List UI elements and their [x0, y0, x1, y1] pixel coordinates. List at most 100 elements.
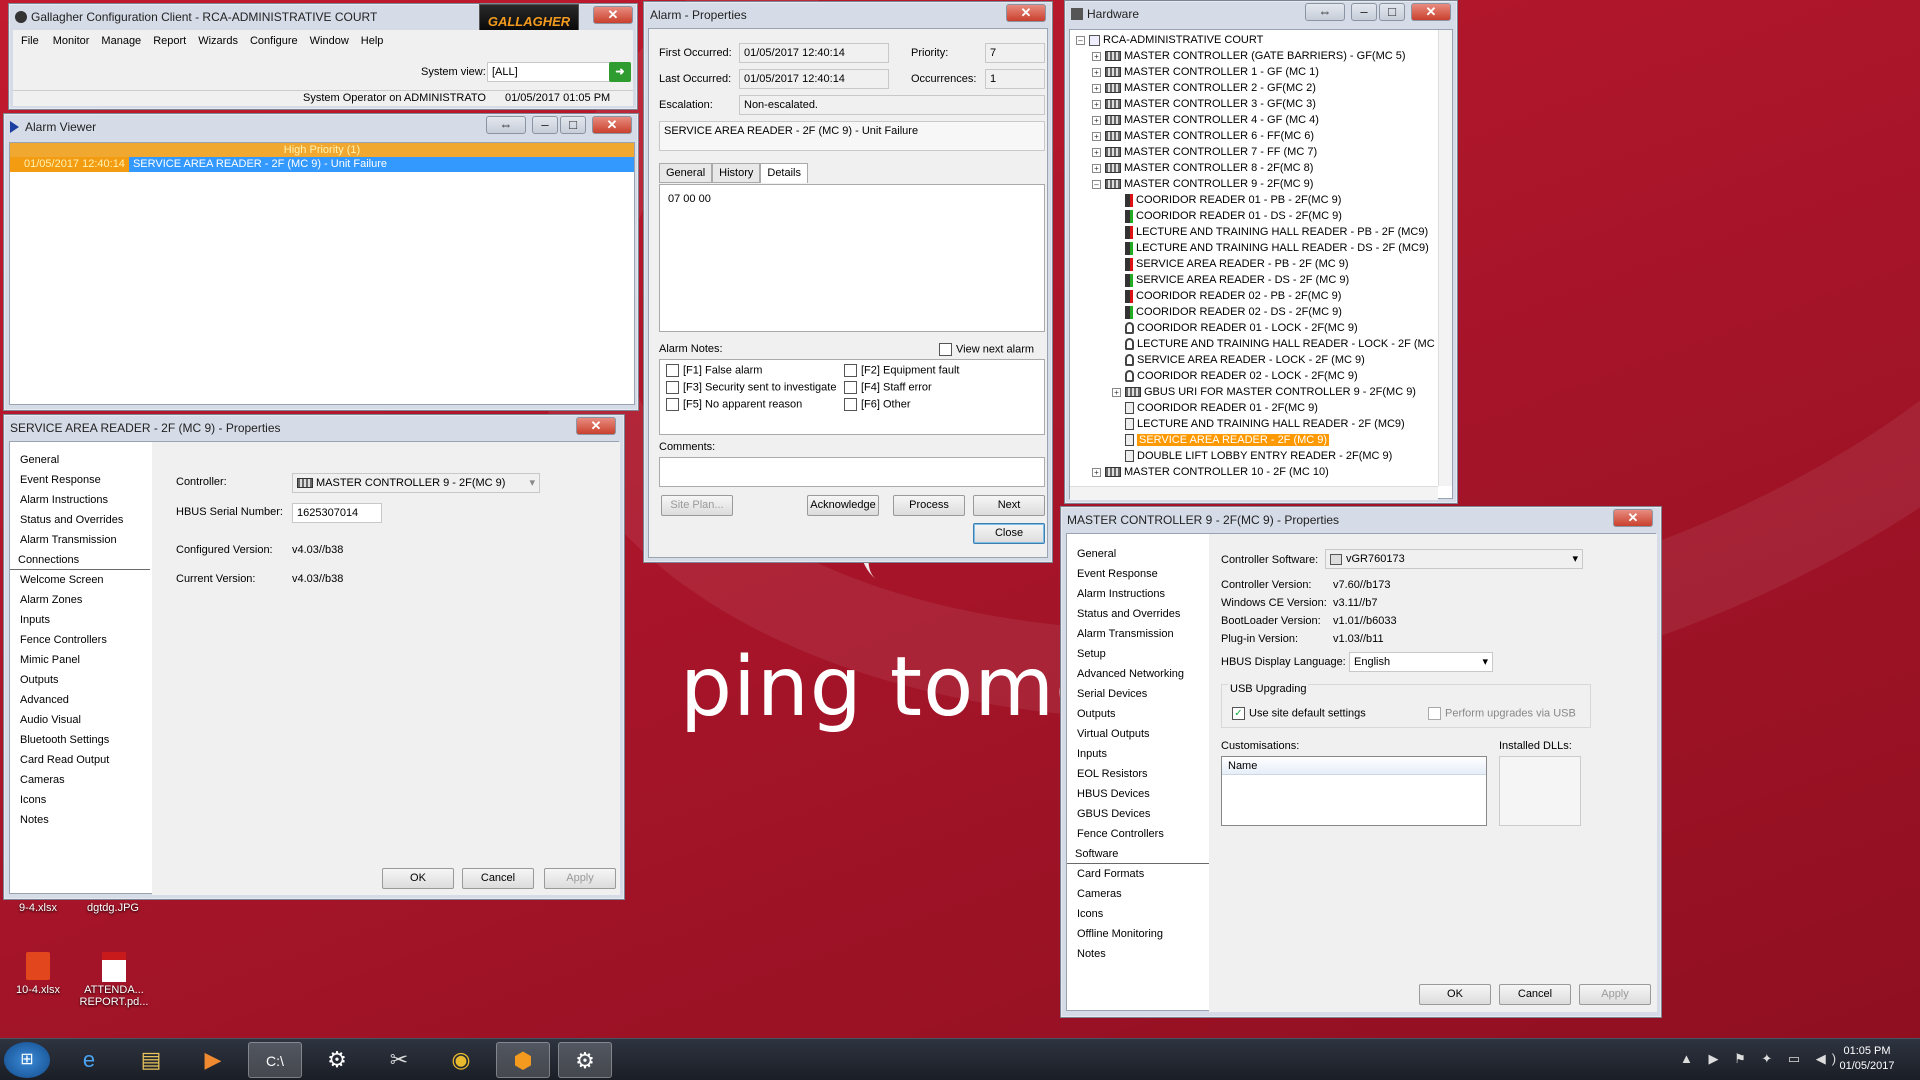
nav-item-event-response[interactable]: Event Response: [10, 470, 150, 490]
menu-report[interactable]: Report: [147, 33, 192, 49]
hbus-language-select[interactable]: English ▾: [1349, 652, 1493, 672]
menu-configure[interactable]: Configure: [244, 33, 304, 49]
gallagher-taskbar-icon[interactable]: ⬢: [496, 1042, 550, 1078]
nav-item-notes[interactable]: Notes: [10, 810, 150, 830]
nav-item-eol-resistors[interactable]: EOL Resistors: [1067, 764, 1209, 784]
tree-item[interactable]: + MASTER CONTROLLER (GATE BARRIERS) - GF(…: [1076, 48, 1440, 64]
desktop-icon-9-4-xlsx[interactable]: 9-4.xlsx: [10, 902, 66, 914]
expand-icon[interactable]: –: [1092, 179, 1101, 189]
process-button[interactable]: Process: [893, 495, 965, 516]
nav-item-software[interactable]: Software: [1067, 844, 1209, 864]
nav-item-advanced-networking[interactable]: Advanced Networking: [1067, 664, 1209, 684]
expand-icon[interactable]: +: [1092, 83, 1101, 93]
vertical-scrollbar[interactable]: [1438, 30, 1452, 486]
nav-item-connections[interactable]: Connections: [10, 550, 150, 570]
tab-details[interactable]: Details: [760, 163, 808, 183]
cancel-button[interactable]: Cancel: [1499, 984, 1571, 1005]
nav-item-status-and-overrides[interactable]: Status and Overrides: [1067, 604, 1209, 624]
menu-window[interactable]: Window: [304, 33, 355, 49]
note-false-alarm[interactable]: [F1] False alarm: [666, 364, 762, 377]
go-arrow-icon[interactable]: ➜: [609, 62, 631, 82]
note-equipment-fault[interactable]: [F2] Equipment fault: [844, 364, 959, 377]
alarm-properties-titlebar[interactable]: Alarm - Properties ✕: [644, 2, 1052, 28]
nav-item-mimic-panel[interactable]: Mimic Panel: [10, 650, 150, 670]
tree-item[interactable]: + MASTER CONTROLLER 2 - GF(MC 2): [1076, 80, 1440, 96]
tree-item[interactable]: + MASTER CONTROLLER 10 - 2F (MC 10): [1076, 464, 1440, 480]
tree-item[interactable]: COORIDOR READER 02 - PB - 2F(MC 9): [1076, 288, 1440, 304]
nav-item-alarm-instructions[interactable]: Alarm Instructions: [10, 490, 150, 510]
nav-item-serial-devices[interactable]: Serial Devices: [1067, 684, 1209, 704]
nav-item-alarm-transmission[interactable]: Alarm Transmission: [1067, 624, 1209, 644]
tree-item[interactable]: SERVICE AREA READER - PB - 2F (MC 9): [1076, 256, 1440, 272]
nav-item-icons[interactable]: Icons: [10, 790, 150, 810]
controller-select[interactable]: MASTER CONTROLLER 9 - 2F(MC 9) ▾: [292, 473, 540, 493]
cancel-button[interactable]: Cancel: [462, 868, 534, 889]
expand-icon[interactable]: +: [1092, 163, 1101, 173]
customisations-list[interactable]: Name: [1221, 756, 1487, 826]
view-next-alarm-checkbox[interactable]: View next alarm: [939, 343, 1034, 356]
close-icon[interactable]: ✕: [1613, 509, 1653, 527]
tree-item[interactable]: COORIDOR READER 01 - DS - 2F(MC 9): [1076, 208, 1440, 224]
expand-icon[interactable]: +: [1092, 51, 1101, 61]
media-player-icon[interactable]: ▶: [186, 1042, 240, 1078]
tree-item[interactable]: + MASTER CONTROLLER 3 - GF(MC 3): [1076, 96, 1440, 112]
system-view-input[interactable]: [ALL]: [487, 62, 617, 82]
nav-item-alarm-zones[interactable]: Alarm Zones: [10, 590, 150, 610]
expand-icon[interactable]: +: [1092, 67, 1101, 77]
config-client-titlebar[interactable]: Gallagher Configuration Client - RCA-ADM…: [9, 4, 637, 38]
expand-icon[interactable]: +: [1092, 131, 1101, 141]
tab-history[interactable]: History: [712, 163, 761, 183]
expand-icon[interactable]: +: [1092, 115, 1101, 125]
tree-item[interactable]: COORIDOR READER 02 - DS - 2F(MC 9): [1076, 304, 1440, 320]
alarm-viewer-titlebar[interactable]: Alarm Viewer ⇔ – □ ✕: [4, 114, 638, 140]
serial-input[interactable]: 1625307014: [292, 503, 382, 523]
desktop-icon-10-4-xlsx[interactable]: 10-4.xlsx: [8, 952, 68, 996]
horizontal-scrollbar[interactable]: [1070, 486, 1438, 500]
menu-wizards[interactable]: Wizards: [192, 33, 244, 49]
nav-item-outputs[interactable]: Outputs: [10, 670, 150, 690]
close-icon[interactable]: ✕: [592, 116, 632, 134]
note-security-sent[interactable]: [F3] Security sent to investigate: [666, 381, 836, 394]
resize-icon[interactable]: ⇔: [486, 116, 526, 134]
tree-item[interactable]: + MASTER CONTROLLER 4 - GF (MC 4): [1076, 112, 1440, 128]
nav-item-setup[interactable]: Setup: [1067, 644, 1209, 664]
expand-icon[interactable]: +: [1092, 147, 1101, 157]
close-icon[interactable]: ✕: [593, 6, 633, 24]
tree-item[interactable]: COORIDOR READER 01 - PB - 2F(MC 9): [1076, 192, 1440, 208]
tree-item[interactable]: LECTURE AND TRAINING HALL READER - DS - …: [1076, 240, 1440, 256]
expand-icon[interactable]: +: [1112, 387, 1121, 397]
installed-dlls-list[interactable]: [1499, 756, 1581, 826]
tree-item[interactable]: COORIDOR READER 01 - LOCK - 2F(MC 9): [1076, 320, 1440, 336]
name-column-header[interactable]: Name: [1222, 757, 1486, 775]
tree-item[interactable]: SERVICE AREA READER - 2F (MC 9): [1076, 432, 1440, 448]
nav-item-status-and-overrides[interactable]: Status and Overrides: [10, 510, 150, 530]
maximize-icon[interactable]: □: [560, 116, 586, 134]
tab-general[interactable]: General: [659, 163, 713, 183]
tree-item[interactable]: LECTURE AND TRAINING HALL READER - 2F (M…: [1076, 416, 1440, 432]
tree-item[interactable]: COORIDOR READER 01 - 2F(MC 9): [1076, 400, 1440, 416]
close-icon[interactable]: ✕: [1006, 4, 1046, 22]
start-button[interactable]: ⊞: [4, 1042, 50, 1078]
maximize-icon[interactable]: □: [1379, 3, 1405, 21]
perform-usb-checkbox[interactable]: Perform upgrades via USB: [1428, 707, 1576, 720]
mc9-properties-titlebar[interactable]: MASTER CONTROLLER 9 - 2F(MC 9) - Propert…: [1061, 507, 1661, 533]
reader-properties-titlebar[interactable]: SERVICE AREA READER - 2F (MC 9) - Proper…: [4, 415, 624, 441]
note-no-apparent-reason[interactable]: [F5] No apparent reason: [666, 398, 802, 411]
menu-manage[interactable]: Manage: [95, 33, 147, 49]
configuration-client-taskbar-icon[interactable]: ⚙: [558, 1042, 612, 1078]
site-plan-button[interactable]: Site Plan...: [661, 495, 733, 516]
ok-button[interactable]: OK: [1419, 984, 1491, 1005]
tree-item[interactable]: + MASTER CONTROLLER 7 - FF (MC 7): [1076, 144, 1440, 160]
nav-item-card-formats[interactable]: Card Formats: [1067, 864, 1209, 884]
nav-item-event-response[interactable]: Event Response: [1067, 564, 1209, 584]
tree-root[interactable]: – RCA-ADMINISTRATIVE COURT: [1076, 32, 1440, 48]
close-icon[interactable]: ✕: [1411, 3, 1451, 21]
nav-item-gbus-devices[interactable]: GBUS Devices: [1067, 804, 1209, 824]
tree-item[interactable]: SERVICE AREA READER - DS - 2F (MC 9): [1076, 272, 1440, 288]
tree-item[interactable]: DOUBLE LIFT LOBBY ENTRY READER - 2F(MC 9…: [1076, 448, 1440, 464]
tree-item[interactable]: LECTURE AND TRAINING HALL READER - PB - …: [1076, 224, 1440, 240]
tree-item[interactable]: COORIDOR READER 02 - LOCK - 2F(MC 9): [1076, 368, 1440, 384]
nav-item-alarm-instructions[interactable]: Alarm Instructions: [1067, 584, 1209, 604]
desktop-icon-attendance-report[interactable]: ATTENDA... REPORT.pd...: [76, 952, 152, 1008]
minimize-icon[interactable]: –: [1351, 3, 1377, 21]
